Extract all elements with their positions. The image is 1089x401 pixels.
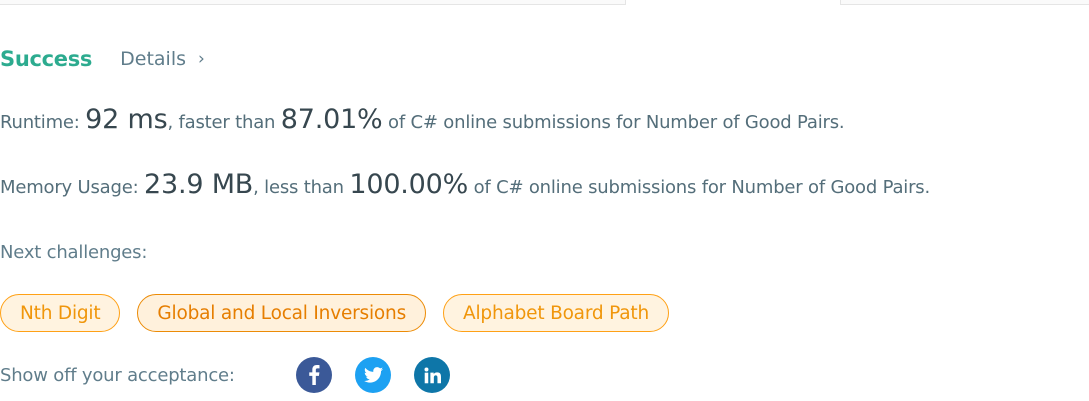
runtime-comparison: , faster than xyxy=(167,112,281,133)
memory-percent: 100.00% xyxy=(349,169,469,200)
memory-stat: Memory Usage: 23.9 MB, less than 100.00%… xyxy=(0,169,930,200)
memory-comparison: , less than xyxy=(253,177,350,198)
details-label: Details xyxy=(120,48,186,70)
submission-status-row: Success Details › xyxy=(0,44,205,74)
twitter-icon[interactable] xyxy=(355,357,391,393)
memory-value: 23.9 MB xyxy=(144,169,254,200)
facebook-icon[interactable] xyxy=(296,357,332,393)
runtime-percent: 87.01% xyxy=(280,104,383,135)
challenge-chip-nth-digit[interactable]: Nth Digit xyxy=(0,294,121,332)
tab-inactive-left[interactable] xyxy=(0,0,625,5)
share-row: Show off your acceptance: xyxy=(0,356,473,394)
share-label: Show off your acceptance: xyxy=(0,364,235,386)
tab-bar xyxy=(0,0,1089,5)
next-challenges-list: Nth Digit Global and Local Inversions Al… xyxy=(0,294,669,332)
runtime-label: Runtime: xyxy=(0,112,86,133)
linkedin-icon[interactable] xyxy=(414,357,450,393)
runtime-value: 92 ms xyxy=(85,104,168,135)
memory-label: Memory Usage: xyxy=(0,177,144,198)
challenge-chip-alphabet-board-path[interactable]: Alphabet Board Path xyxy=(443,294,669,332)
memory-suffix: of C# online submissions for Number of G… xyxy=(468,177,931,198)
runtime-suffix: of C# online submissions for Number of G… xyxy=(382,112,845,133)
tab-inactive-right[interactable] xyxy=(841,0,1089,5)
tab-active[interactable] xyxy=(625,0,841,5)
details-link[interactable]: Details › xyxy=(120,48,205,70)
chevron-right-icon: › xyxy=(198,49,205,69)
success-status: Success xyxy=(0,47,93,71)
runtime-stat: Runtime: 92 ms, faster than 87.01% of C#… xyxy=(0,104,845,135)
next-challenges-label: Next challenges: xyxy=(0,242,148,263)
challenge-chip-global-local-inversions[interactable]: Global and Local Inversions xyxy=(137,294,427,332)
